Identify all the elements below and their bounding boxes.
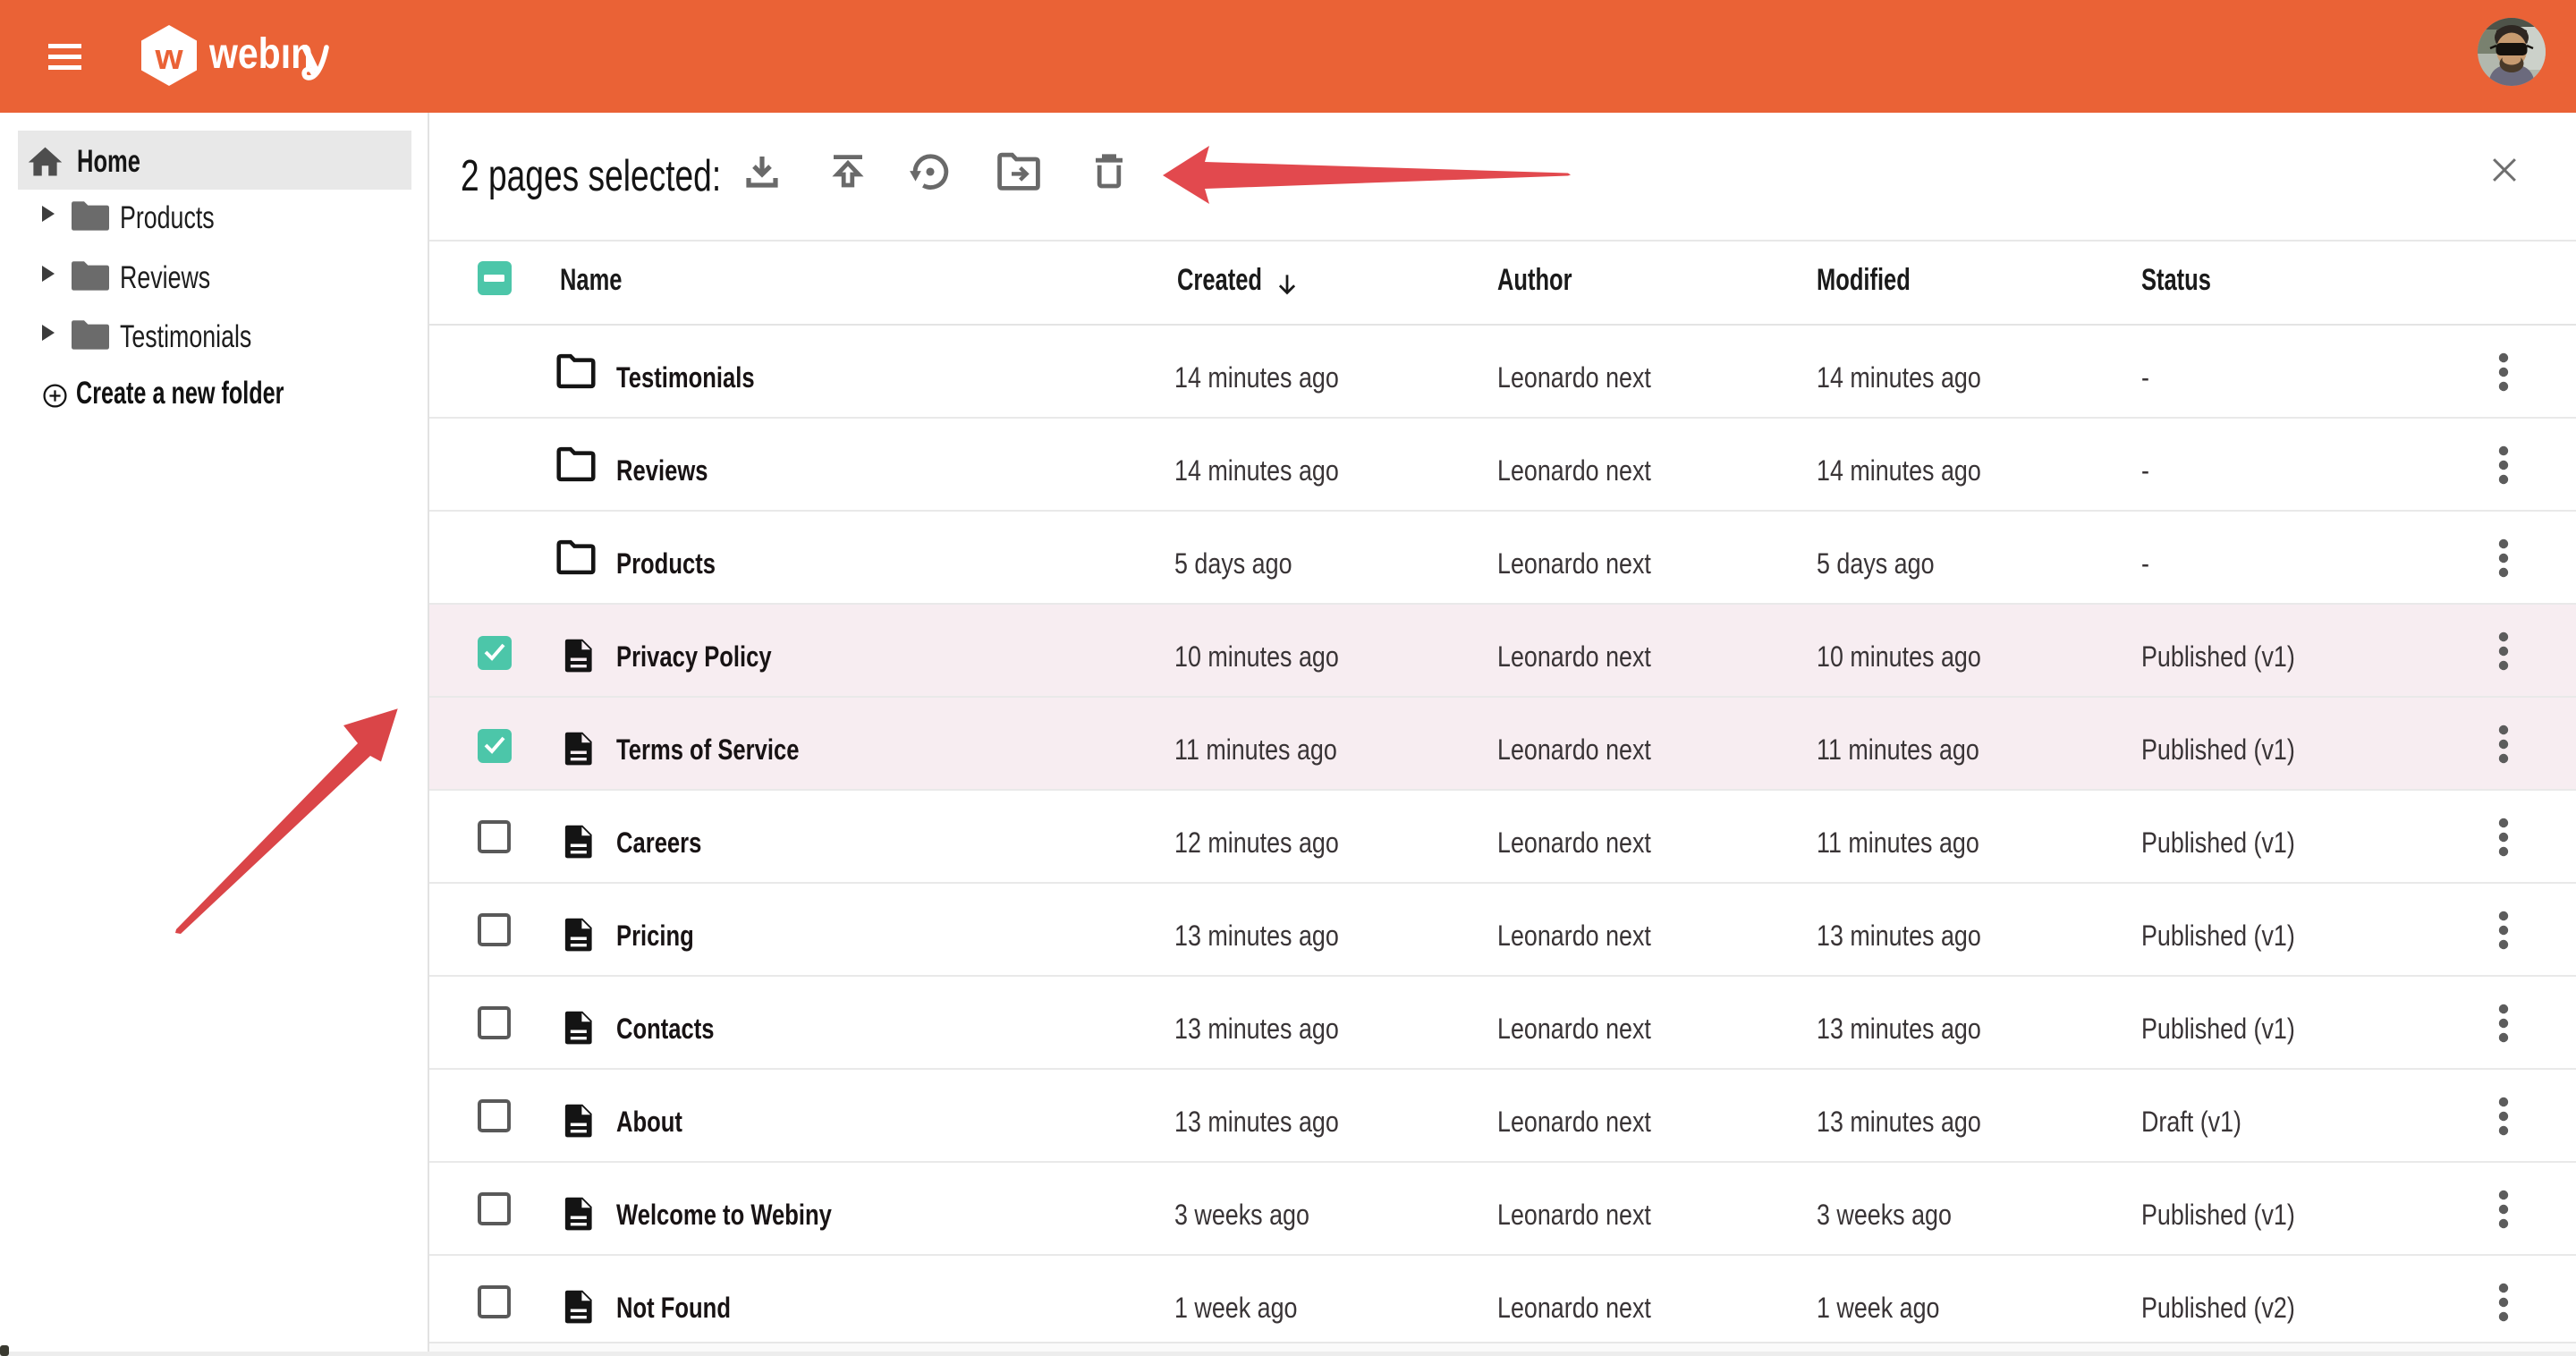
svg-text:w: w — [154, 38, 183, 77]
